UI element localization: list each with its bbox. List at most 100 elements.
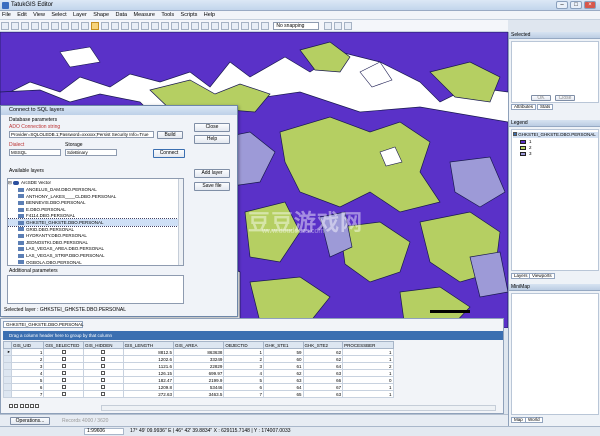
table-cell[interactable] [43,348,84,356]
column-header[interactable]: GIS_UID [10,341,45,349]
table-cell[interactable]: 1121.6 [122,362,174,370]
add-point-icon[interactable] [161,22,169,30]
open-icon[interactable] [11,22,19,30]
table-row[interactable]: 7 272.63 3463.5 7 65 63 1 [3,390,394,398]
close-window-button[interactable]: × [584,1,596,9]
tab-world[interactable]: World [525,417,543,423]
cell-checkbox[interactable] [101,349,106,354]
delete-shape-icon[interactable] [191,22,199,30]
legend-layer-checkbox[interactable] [513,132,517,136]
table-cell[interactable]: 4 [10,369,45,377]
table-row[interactable]: 3 1121.6 22829 3 61 64 2 [3,362,394,370]
new-icon[interactable] [1,22,9,30]
table-cell[interactable]: 62 [302,355,344,363]
table-cell[interactable]: 63 [262,376,304,384]
table-cell[interactable] [82,355,124,363]
table-cell[interactable]: 1 [223,348,264,356]
table-cell[interactable]: 1 [342,348,394,356]
storage-select[interactable]: SdeBinary [65,149,117,156]
grid-icon[interactable] [333,22,342,30]
table-cell[interactable]: 63 [302,390,344,398]
column-header[interactable]: GIS_LENGTH [122,341,174,349]
table-cell[interactable]: 60 [262,355,304,363]
cell-checkbox[interactable] [101,377,106,382]
table-cell[interactable]: 2 [342,362,394,370]
maximize-button[interactable]: □ [570,1,582,9]
menu-layer[interactable]: Layer [73,12,87,18]
add-record-icon[interactable] [30,404,35,408]
cut-icon[interactable] [41,22,49,30]
cell-checkbox[interactable] [101,356,106,361]
cursor-icon[interactable] [323,22,332,30]
dialect-select[interactable]: MSSQL [9,149,61,156]
menu-scripts[interactable]: Scripts [181,12,198,18]
full-extent-icon[interactable] [131,22,139,30]
table-row[interactable]: ▸ 1 8812.5 863638 1 59 62 1 [3,348,394,356]
print-icon[interactable] [31,22,39,30]
table-cell[interactable] [82,348,124,356]
column-header[interactable]: GIS_HIDDEN [82,341,124,349]
table-cell[interactable] [82,376,124,384]
table-row[interactable]: 5 182.47 2199.9 5 63 66 0 [3,376,394,384]
table-cell[interactable]: 2 [223,355,264,363]
menu-file[interactable]: File [2,12,11,18]
refresh-icon[interactable] [231,22,239,30]
table-cell[interactable] [82,362,124,370]
save-file-button[interactable]: Save file [194,182,230,191]
table-cell[interactable]: 63 [302,369,344,377]
table-cell[interactable]: 7 [10,390,45,398]
table-cell[interactable] [43,383,84,391]
table-row[interactable]: 6 1209.8 53446 6 64 67 1 [3,383,394,391]
row-indicator[interactable] [3,383,12,391]
table-cell[interactable]: 3 [10,362,45,370]
select-icon[interactable] [91,22,99,30]
table-row[interactable]: 2 1202.6 33249 2 60 62 1 [3,355,394,363]
menu-data[interactable]: Data [116,12,128,18]
column-header[interactable]: GIS_SELECTED [43,341,84,349]
snap-icon[interactable] [261,22,269,30]
table-cell[interactable] [82,390,124,398]
menu-help[interactable]: Help [204,12,215,18]
table-cell[interactable] [43,362,84,370]
column-header[interactable]: GHK_STE1 [262,341,304,349]
minimap-view[interactable] [511,293,599,415]
table-cell[interactable]: 8812.5 [122,348,174,356]
table-cell[interactable]: 22829 [172,362,225,370]
table-cell[interactable]: 0 [342,376,394,384]
table-cell[interactable]: 6 [223,383,264,391]
table-cell[interactable]: 2199.9 [172,376,225,384]
ado-connection-input[interactable]: Provider=SQLOLEDB.1;Password=xxxxxx;Pers… [9,131,154,138]
row-indicator[interactable] [3,362,12,370]
close-button[interactable]: Close [194,123,230,132]
table-cell[interactable]: 1202.6 [122,355,174,363]
menu-select[interactable]: Select [51,12,66,18]
grid-hscrollbar[interactable] [101,405,496,411]
column-header[interactable]: OBJECTID [223,341,264,349]
menu-measure[interactable]: Measure [134,12,155,18]
table-cell[interactable]: 1209.8 [122,383,174,391]
table-cell[interactable]: 62 [302,348,344,356]
delete-record-icon[interactable] [35,404,40,408]
table-cell[interactable] [43,376,84,384]
row-indicator[interactable]: ▸ [3,348,12,356]
table-cell[interactable]: 699.97 [172,369,225,377]
cell-checkbox[interactable] [61,384,66,389]
table-cell[interactable]: 59 [262,348,304,356]
table-cell[interactable]: 65 [262,390,304,398]
table-cell[interactable]: 3463.5 [172,390,225,398]
add-line-icon[interactable] [171,22,179,30]
build-button[interactable]: Build [157,131,183,139]
layers-tree[interactable]: ⊟ ArcSDE Vector ANGELUS_DAM.DBO.PERSONAL… [7,178,184,266]
table-cell[interactable]: 126.15 [122,369,174,377]
tab-viewports[interactable]: Viewports [529,273,555,279]
cell-checkbox[interactable] [61,377,66,382]
table-cell[interactable]: 53446 [172,383,225,391]
pan-icon[interactable] [121,22,129,30]
last-record-icon[interactable] [24,404,29,408]
column-header[interactable]: PROCESSBER [342,341,394,349]
table-cell[interactable]: 2 [10,355,45,363]
next-record-icon[interactable] [19,404,24,408]
cell-checkbox[interactable] [61,356,66,361]
table-cell[interactable]: 4 [223,369,264,377]
redo-icon[interactable] [81,22,89,30]
